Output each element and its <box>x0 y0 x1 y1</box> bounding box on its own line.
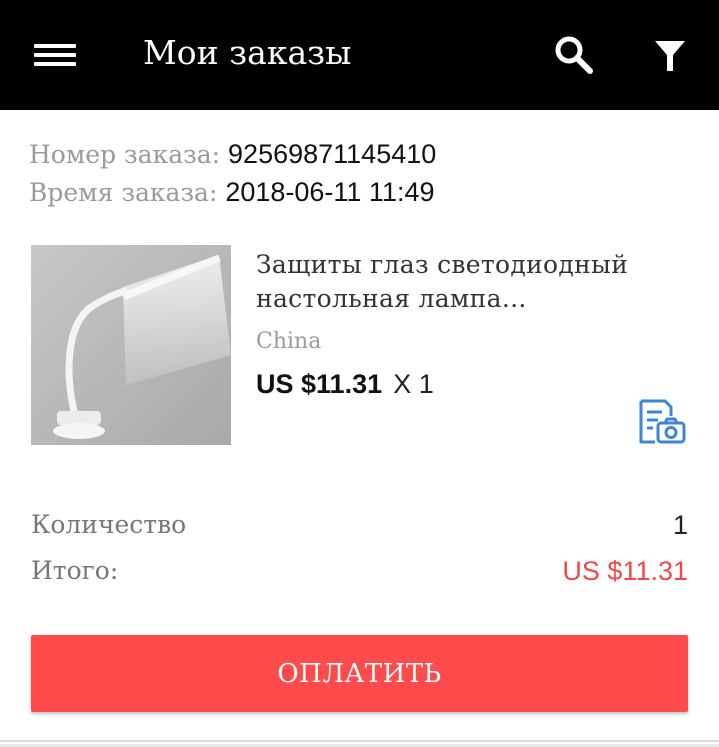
menu-icon-bar <box>34 53 76 57</box>
pay-button[interactable]: ОПЛАТИТЬ <box>31 635 688 712</box>
review-with-photo-icon[interactable] <box>638 398 688 446</box>
order-time-value: 2018-06-11 11:49 <box>225 177 435 207</box>
product-name-line: Защиты глаз светодиодный <box>256 250 629 279</box>
product-quantity: X 1 <box>393 369 434 399</box>
product-name[interactable]: Защиты глаз светодиодный настольная ламп… <box>256 248 676 316</box>
product-price: US $11.31 <box>256 369 383 399</box>
search-icon[interactable] <box>553 34 595 76</box>
product-price-line: US $11.31 X 1 <box>256 369 434 400</box>
product-image[interactable] <box>31 245 231 445</box>
order-number-label: Номер заказа: <box>29 140 221 169</box>
summary-quantity-row: Количество 1 <box>31 510 688 544</box>
order-number-value: 92569871145410 <box>228 139 437 169</box>
top-app-bar: Мои заказы <box>0 0 719 110</box>
product-origin: China <box>256 329 322 354</box>
page-title: Мои заказы <box>143 33 352 72</box>
hamburger-menu-icon[interactable] <box>34 40 76 70</box>
order-time: Время заказа: 2018-06-11 11:49 <box>29 177 435 208</box>
order-card[interactable]: Номер заказа: 92569871145410 Время заказ… <box>0 115 719 742</box>
total-value: US $11.31 <box>562 556 688 586</box>
menu-icon-bar <box>34 62 76 66</box>
total-label: Итого: <box>31 556 119 585</box>
desk-lamp-image <box>31 245 231 445</box>
filter-icon[interactable] <box>652 38 688 74</box>
quantity-value: 1 <box>672 510 688 540</box>
menu-icon-bar <box>34 44 76 48</box>
order-time-label: Время заказа: <box>29 178 218 207</box>
summary-total-row: Итого: US $11.31 <box>31 556 688 590</box>
order-number: Номер заказа: 92569871145410 <box>29 139 436 170</box>
product-name-line: настольная лампа... <box>256 284 527 313</box>
quantity-label: Количество <box>31 510 187 539</box>
